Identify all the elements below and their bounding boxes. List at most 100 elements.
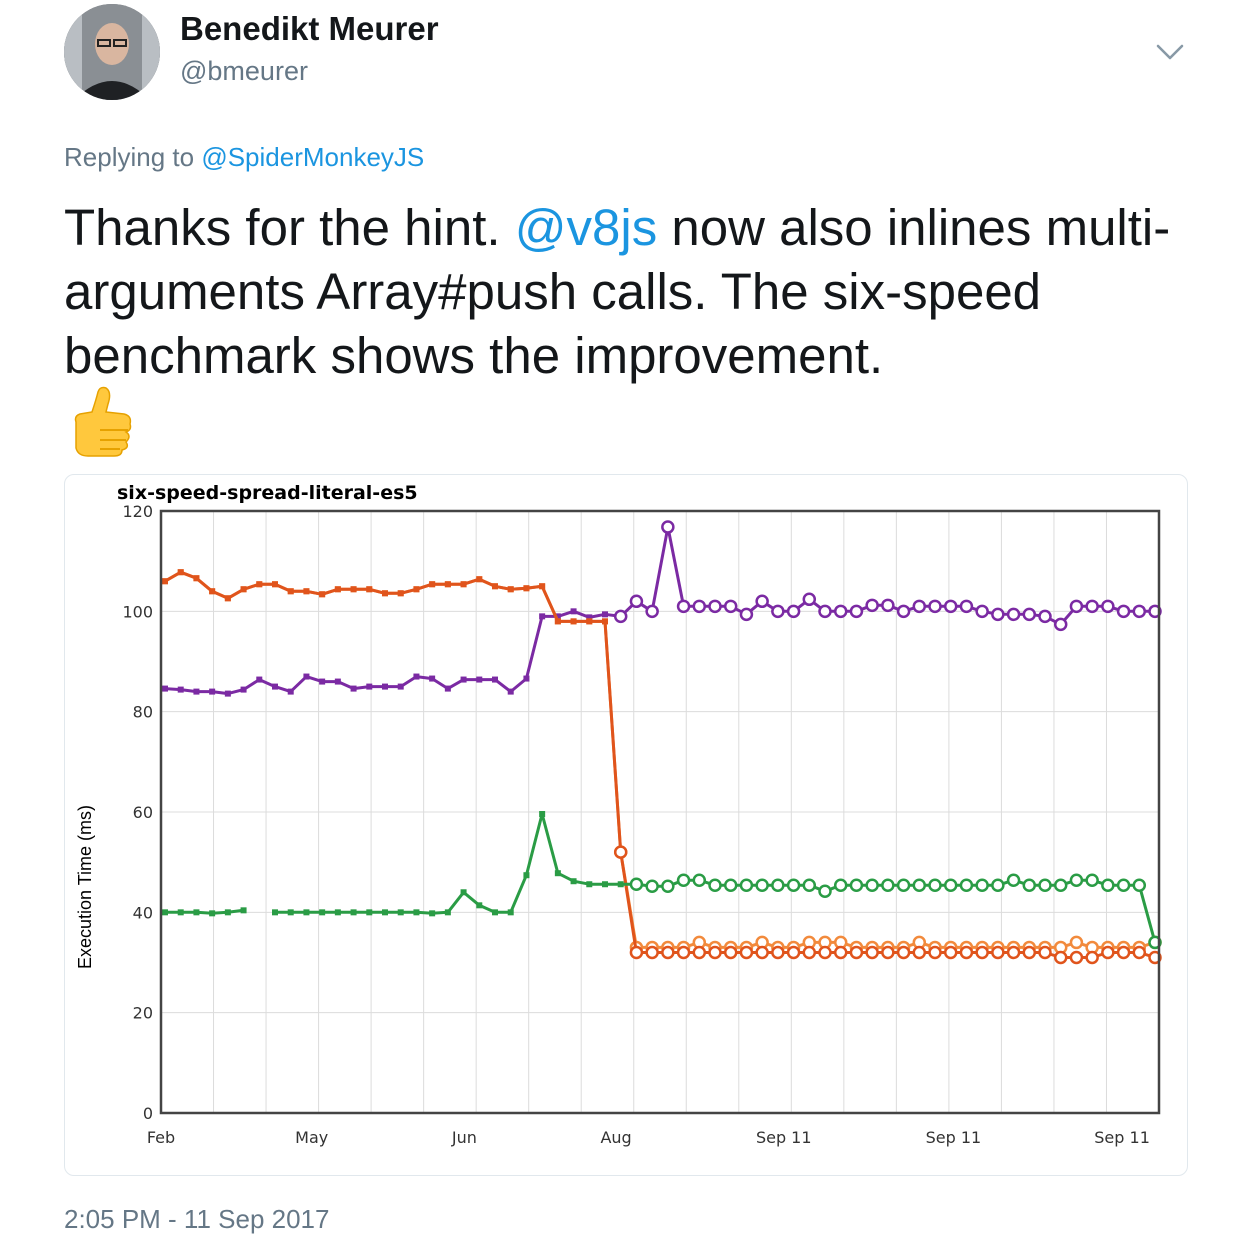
y-tick-label: 100 xyxy=(122,602,153,621)
data-point xyxy=(881,878,895,892)
data-point xyxy=(1038,945,1052,960)
y-axis-ticks: 0 20 40 60 80 100 120 xyxy=(122,502,153,1123)
data-point xyxy=(193,688,200,695)
data-point xyxy=(272,683,278,690)
data-point xyxy=(460,581,467,588)
data-point xyxy=(492,583,498,590)
data-point xyxy=(209,588,216,595)
data-point xyxy=(739,878,754,892)
data-point xyxy=(350,586,357,593)
series-line xyxy=(164,570,1156,949)
data-point xyxy=(1116,878,1131,892)
author-handle[interactable]: @bmeurer xyxy=(180,56,308,87)
data-point xyxy=(240,586,247,593)
data-point xyxy=(256,581,263,588)
data-point xyxy=(755,945,769,960)
data-point xyxy=(256,676,263,683)
data-point xyxy=(881,598,895,613)
data-point xyxy=(1022,607,1037,622)
line-chart: six-speed-spread-literal-es5 0 20 40 60 80 10… xyxy=(75,482,1162,1147)
data-point xyxy=(382,683,388,690)
data-point xyxy=(397,909,404,916)
data-point xyxy=(991,945,1005,960)
data-point xyxy=(849,945,864,960)
tweet-timestamp[interactable]: 2:05 PM - 11 Sep 2017 xyxy=(64,1204,329,1235)
data-point xyxy=(613,845,628,859)
data-point xyxy=(692,945,707,960)
chevron-down-icon[interactable] xyxy=(1154,40,1186,64)
chart-card[interactable]: six-speed-spread-literal-es5 0 20 40 60 80 10… xyxy=(64,474,1188,1176)
data-point xyxy=(476,676,483,683)
data-point xyxy=(460,889,467,896)
x-axis-ticks: Feb May Jun Aug Sep 11 Sep 11 Sep 11 xyxy=(147,1128,1150,1147)
data-point xyxy=(1006,945,1021,960)
data-point xyxy=(896,945,911,960)
data-point xyxy=(586,618,593,625)
data-point xyxy=(1022,945,1037,960)
reply-context: Replying to @SpiderMonkeyJS xyxy=(64,142,424,173)
data-point xyxy=(209,910,216,917)
data-point xyxy=(1069,950,1084,965)
data-point xyxy=(975,604,989,619)
data-point xyxy=(523,872,530,879)
y-tick-label: 120 xyxy=(122,502,153,521)
data-point xyxy=(723,599,738,614)
data-point xyxy=(1085,950,1099,965)
x-tick-label: Jun xyxy=(451,1128,477,1147)
data-point xyxy=(209,688,216,695)
data-point xyxy=(943,599,958,614)
data-point xyxy=(1101,945,1115,960)
data-point xyxy=(676,873,691,887)
x-tick-label: Sep 11 xyxy=(1094,1128,1150,1147)
data-point xyxy=(1006,873,1021,887)
data-point xyxy=(492,676,498,683)
data-point xyxy=(1022,878,1037,892)
data-point xyxy=(771,878,785,892)
data-point xyxy=(896,604,911,619)
data-point xyxy=(602,618,608,625)
data-point xyxy=(912,599,927,614)
data-point xyxy=(959,945,974,960)
data-point xyxy=(833,945,848,960)
data-point xyxy=(708,945,722,960)
series-2 xyxy=(162,569,1162,965)
data-point xyxy=(193,909,200,916)
x-tick-label: Sep 11 xyxy=(756,1128,812,1147)
data-point xyxy=(240,686,247,693)
y-tick-label: 60 xyxy=(133,803,153,822)
data-point xyxy=(708,599,722,614)
data-point xyxy=(319,591,326,598)
data-point xyxy=(708,878,722,892)
data-point xyxy=(177,569,184,576)
data-point xyxy=(272,581,278,588)
data-point xyxy=(334,678,341,685)
data-point xyxy=(507,586,514,593)
data-point xyxy=(991,878,1005,892)
data-point xyxy=(334,909,341,916)
avatar[interactable] xyxy=(64,4,160,100)
data-point xyxy=(429,675,436,682)
data-point xyxy=(350,685,357,692)
data-point xyxy=(382,909,388,916)
data-point xyxy=(303,909,310,916)
author-name[interactable]: Benedikt Meurer xyxy=(180,10,439,48)
data-point xyxy=(1053,617,1068,632)
series-line xyxy=(165,812,1157,943)
data-point xyxy=(755,878,769,892)
data-point xyxy=(523,675,530,682)
data-point xyxy=(723,945,738,960)
reply-mention-link[interactable]: @SpiderMonkeyJS xyxy=(201,142,424,172)
x-tick-label: May xyxy=(295,1128,328,1147)
data-point xyxy=(177,909,184,916)
series-line xyxy=(164,525,1155,696)
data-point xyxy=(397,683,404,690)
data-point xyxy=(570,618,577,625)
data-point xyxy=(319,909,326,916)
data-point xyxy=(959,599,974,614)
data-point xyxy=(224,909,231,916)
data-point xyxy=(382,590,388,597)
tweet-mention-link[interactable]: @v8js xyxy=(515,199,657,256)
data-point xyxy=(865,598,879,613)
data-point xyxy=(1101,599,1115,614)
data-point xyxy=(1116,945,1131,960)
